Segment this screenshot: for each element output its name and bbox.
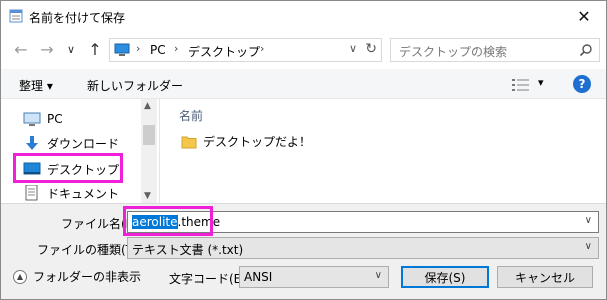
column-header-name[interactable]: 名前 xyxy=(179,107,203,124)
breadcrumb-separator: › xyxy=(260,42,265,55)
chevron-down-icon[interactable]: ∨ xyxy=(585,215,592,226)
encoding-label: 文字コード(E): xyxy=(169,272,250,286)
change-view-button[interactable]: ▾ xyxy=(512,76,548,93)
filetype-select[interactable]: テキスト文書 (*.txt) ∨ xyxy=(127,237,599,259)
sidebar-item-pc[interactable]: PC xyxy=(23,109,63,129)
sidebar-item-downloads[interactable]: ダウンロード xyxy=(23,133,119,153)
cancel-button-label: キャンセル xyxy=(514,270,575,285)
sidebar-item-label: ダウンロード xyxy=(47,136,120,151)
chevron-down-icon: ∨ xyxy=(66,42,76,56)
hide-folders-label: フォルダーの非表示 xyxy=(33,270,142,284)
organize-button[interactable]: 整理 ▾ xyxy=(19,77,53,94)
folder-icon xyxy=(181,136,197,148)
hide-folders-toggle[interactable]: ▲ フォルダーの非表示 xyxy=(13,268,141,285)
recent-locations-button[interactable]: ∨ xyxy=(61,39,81,59)
encoding-select[interactable]: ANSI ∨ xyxy=(239,266,389,288)
annotation-highlight-desktop xyxy=(13,153,123,183)
search-placeholder: デスクトップの検索 xyxy=(399,45,508,59)
breadcrumb-desktop[interactable]: デスクトップ xyxy=(188,43,260,60)
annotation-highlight-filename xyxy=(123,206,213,236)
navigation-scrollbar[interactable]: ▲ ▼ xyxy=(141,99,157,203)
save-button-label: 保存(S) xyxy=(424,270,466,285)
chevron-down-icon: ∨ xyxy=(374,270,382,281)
back-button[interactable]: ← xyxy=(11,39,31,59)
chevron-down-icon: ∨ xyxy=(584,241,592,252)
refresh-icon[interactable]: ↻ xyxy=(365,41,377,57)
search-input[interactable]: デスクトップの検索 xyxy=(390,38,600,62)
chevron-up-icon: ▲ xyxy=(13,269,27,284)
encoding-value: ANSI xyxy=(244,270,273,284)
back-arrow-icon: ← xyxy=(14,39,28,59)
forward-button[interactable]: → xyxy=(37,39,57,59)
address-bar[interactable]: › PC › デスクトップ › ∨ ↻ xyxy=(109,38,382,62)
up-arrow-icon: ↑ xyxy=(88,39,102,59)
pc-icon xyxy=(114,43,130,56)
chevron-down-icon: ▾ xyxy=(538,76,544,89)
scroll-up-icon[interactable]: ▲ xyxy=(144,101,151,111)
close-button[interactable]: ✕ xyxy=(562,1,606,31)
file-name: デスクトップだよ！ xyxy=(203,135,312,149)
title-bar: 名前を付けて保存 ✕ xyxy=(1,1,606,31)
download-icon xyxy=(26,136,38,150)
cancel-button[interactable]: キャンセル xyxy=(497,266,593,288)
scroll-down-icon[interactable]: ▼ xyxy=(144,191,151,201)
pc-icon xyxy=(23,112,41,126)
save-form: ファイル名(N): aerolite.theme ∨ ファイルの種類(T): テ… xyxy=(1,203,606,299)
navigation-pane: PC ダウンロード デスクトップ ドキュメント xyxy=(1,99,157,203)
search-icon xyxy=(579,44,592,57)
forward-arrow-icon: → xyxy=(40,39,54,59)
command-toolbar: 整理 ▾ 新しいフォルダー ▾ ? xyxy=(1,69,606,99)
help-icon: ? xyxy=(578,77,586,91)
breadcrumb-pc[interactable]: PC xyxy=(150,43,166,57)
filetype-value: テキスト文書 (*.txt) xyxy=(132,243,244,257)
window-title: 名前を付けて保存 xyxy=(29,11,126,25)
save-button[interactable]: 保存(S) xyxy=(401,266,489,288)
sidebar-item-label: PC xyxy=(47,112,63,126)
navigation-bar: ← → ∨ ↑ › PC › デスクトップ › ∨ ↻ デスクトップの検索 xyxy=(1,31,606,69)
file-list: 名前 デスクトップだよ！ xyxy=(159,99,606,203)
scrollbar-thumb[interactable] xyxy=(143,125,155,145)
notepad-icon xyxy=(9,9,23,23)
new-folder-button[interactable]: 新しいフォルダー xyxy=(87,77,183,94)
sidebar-item-label: ドキュメント xyxy=(47,186,120,201)
document-icon xyxy=(25,185,38,201)
save-as-dialog: 名前を付けて保存 ✕ ← → ∨ ↑ › PC › デスクトップ › ∨ ↻ デ… xyxy=(0,0,607,300)
help-button[interactable]: ? xyxy=(573,75,591,93)
breadcrumb-separator: › xyxy=(174,42,179,55)
breadcrumb-separator: › xyxy=(136,42,141,55)
sidebar-item-documents[interactable]: ドキュメント xyxy=(23,183,119,203)
list-item[interactable]: デスクトップだよ！ xyxy=(181,133,311,150)
address-dropdown-icon[interactable]: ∨ xyxy=(349,42,357,55)
close-icon: ✕ xyxy=(577,6,591,26)
view-options-icon xyxy=(512,79,529,91)
up-button[interactable]: ↑ xyxy=(85,39,105,59)
